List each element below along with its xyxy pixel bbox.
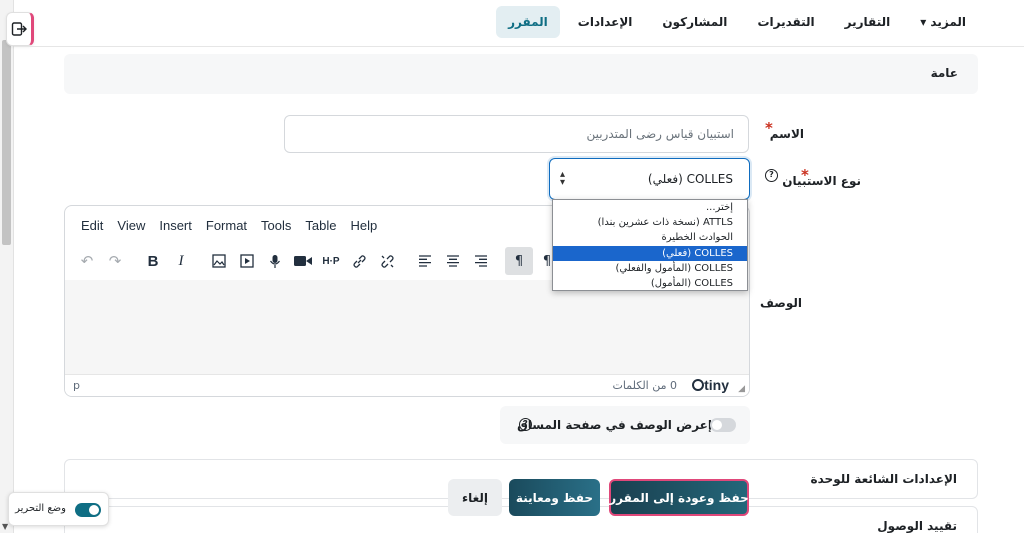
align-left-icon[interactable] (411, 247, 439, 275)
edit-mode-control: وضع التحرير (8, 492, 109, 526)
ltr-direction-icon[interactable]: ¶ (505, 247, 533, 275)
option-colles-preferred[interactable]: COLLES (المأمول) (553, 276, 747, 291)
page-scrollbar[interactable]: ▼ (0, 0, 14, 533)
scroll-down-arrow[interactable]: ▼ (2, 522, 8, 531)
tab-participants[interactable]: المشاركون (650, 6, 739, 38)
redo-icon[interactable]: ↷ (101, 247, 129, 275)
tiny-logo-icon (692, 379, 705, 391)
course-tabs: المقرر الإعدادات المشاركون التقديرات الت… (496, 6, 978, 38)
video-camera-icon[interactable] (289, 247, 317, 275)
cancel-button[interactable]: إلغاء (448, 479, 502, 516)
required-icon: * (801, 166, 809, 184)
option-choose[interactable]: إختر... (553, 200, 747, 215)
editor-statusbar: p 0 من الكلمات tiny ◢ (65, 374, 749, 396)
editor-content-area[interactable] (65, 280, 749, 376)
menu-edit[interactable]: Edit (81, 218, 103, 233)
editor-menubar: Edit View Insert Format Tools Table Help (81, 218, 377, 233)
show-description-label: إعرض الوصف في صفحة المساق (517, 418, 712, 432)
option-attls[interactable]: ATTLS (نسخة ذات عشرين بندا) (553, 215, 747, 230)
menu-help[interactable]: Help (350, 218, 377, 233)
general-section-title: عامة (930, 66, 958, 80)
tiny-logo: tiny (692, 377, 729, 393)
save-and-return-button[interactable]: حفظ وعودة إلى المقرر (609, 479, 749, 516)
survey-type-label-text: نوع الاستبيان (782, 174, 861, 188)
tiny-brand-text: tiny (704, 377, 729, 393)
help-icon[interactable]: ? (765, 169, 778, 182)
required-icon: * (765, 119, 773, 137)
italic-icon[interactable]: I (167, 247, 195, 275)
media-icon[interactable] (233, 247, 261, 275)
image-icon[interactable] (205, 247, 233, 275)
menu-format[interactable]: Format (206, 218, 247, 233)
common-module-settings-title: الإعدادات الشائعة للوحدة (810, 472, 957, 486)
undo-icon[interactable]: ↶ (73, 247, 101, 275)
word-count: 0 من الكلمات (612, 379, 677, 392)
tab-more[interactable]: المزيد ▾ (908, 6, 978, 38)
menu-table[interactable]: Table (305, 218, 336, 233)
name-label: الاسم (770, 127, 804, 141)
option-colles-preferred-actual[interactable]: COLLES (المأمول والفعلي) (553, 261, 747, 276)
h5p-icon[interactable]: H·P (317, 247, 345, 275)
survey-type-label: نوع الاستبيان (782, 174, 861, 188)
menu-insert[interactable]: Insert (159, 218, 192, 233)
option-critical-incidents[interactable]: الحوادث الخطيرة (553, 230, 747, 245)
show-description-row: ? إعرض الوصف في صفحة المساق (500, 406, 750, 444)
menu-tools[interactable]: Tools (261, 218, 291, 233)
align-right-icon[interactable] (467, 247, 495, 275)
edit-mode-toggle[interactable] (75, 503, 101, 517)
toggle-knob (89, 505, 99, 515)
general-section-header[interactable]: عامة (64, 54, 978, 94)
survey-type-options: إختر... ATTLS (نسخة ذات عشرين بندا) الحو… (552, 199, 748, 291)
name-label-text: الاسم (769, 127, 804, 141)
editor-toolbar: ↶ ↷ B I H·P ¶ ¶ (73, 246, 561, 276)
save-and-display-button[interactable]: حفظ ومعاينة (509, 479, 600, 516)
description-label-text: الوصف (759, 296, 802, 310)
edit-mode-label: وضع التحرير (15, 503, 66, 514)
tab-settings[interactable]: الإعدادات (566, 6, 645, 38)
tab-course[interactable]: المقرر (496, 6, 560, 38)
access-restrictions-title: تقييد الوصول (877, 519, 957, 533)
scrollbar-thumb[interactable] (2, 40, 11, 245)
align-center-icon[interactable] (439, 247, 467, 275)
toggle-knob (712, 420, 722, 430)
tab-grades[interactable]: التقديرات (745, 6, 826, 38)
name-input[interactable]: استبيان قياس رضى المتدربين (284, 115, 749, 153)
element-path[interactable]: p (73, 379, 80, 392)
tab-reports[interactable]: التقارير (833, 6, 903, 38)
show-description-toggle[interactable] (710, 418, 736, 432)
microphone-icon[interactable] (261, 247, 289, 275)
survey-type-select[interactable]: COLLES (فعلي) ▴ ▾ (549, 158, 750, 200)
option-colles-actual[interactable]: COLLES (فعلي) (553, 245, 747, 261)
resize-handle-icon[interactable]: ◢ (738, 384, 745, 394)
unlink-icon[interactable] (373, 247, 401, 275)
description-label: الوصف (760, 296, 802, 310)
select-caret-icon: ▴ ▾ (560, 169, 566, 188)
link-icon[interactable] (345, 247, 373, 275)
survey-type-selected-value: COLLES (فعلي) (647, 172, 733, 186)
secondary-navigation: المقرر الإعدادات المشاركون التقديرات الت… (14, 0, 1024, 47)
menu-view[interactable]: View (117, 218, 145, 233)
bold-icon[interactable]: B (139, 247, 167, 275)
